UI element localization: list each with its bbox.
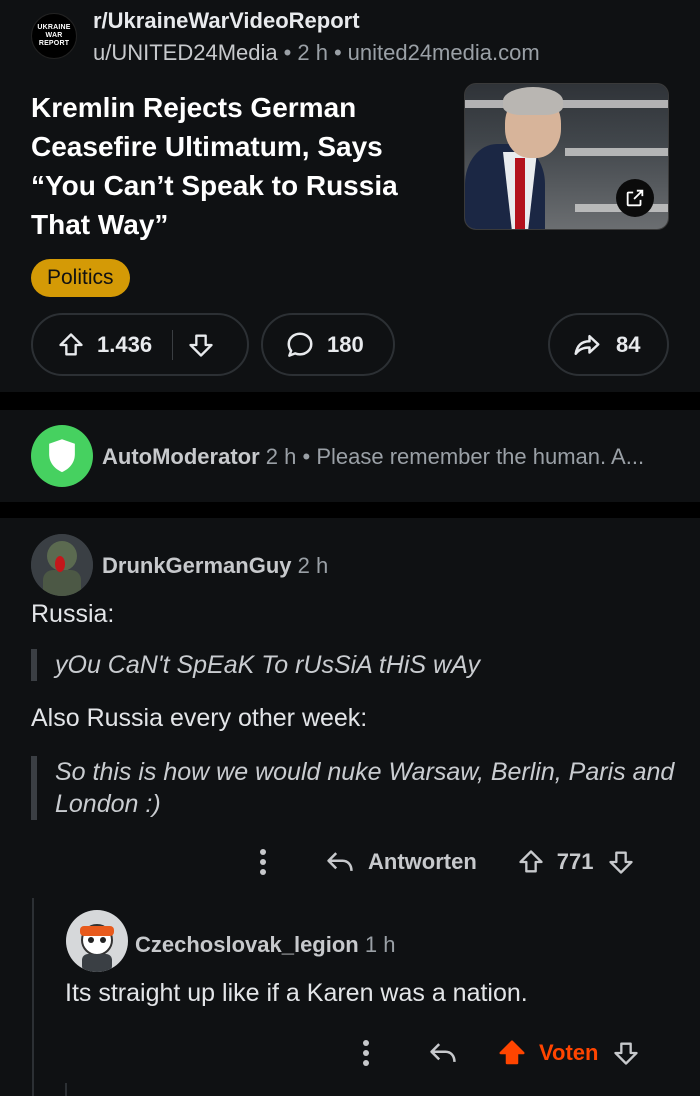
- comment-age: 1 h: [364, 932, 396, 957]
- upvote-icon: [519, 850, 543, 873]
- more-icon: [363, 1040, 369, 1066]
- meta-dot: •: [333, 40, 342, 65]
- user-avatar-image: [66, 910, 128, 972]
- automod-preview: Please remember the human. A...: [316, 444, 645, 469]
- subreddit-avatar-line2: WAR REPORT: [38, 32, 70, 47]
- post-title[interactable]: Kremlin Rejects German Ceasefire Ultimat…: [31, 88, 451, 244]
- comment-avatar[interactable]: [66, 910, 128, 972]
- thread-line[interactable]: [32, 898, 34, 1096]
- comment-downvote-button[interactable]: [612, 1039, 640, 1067]
- upvote-icon: [59, 332, 83, 355]
- post-domain[interactable]: united24media.com: [348, 40, 540, 65]
- vote-label: Voten: [539, 1040, 599, 1065]
- reply-button[interactable]: [427, 1039, 459, 1067]
- comment-text: Also Russia every other week:: [31, 704, 368, 732]
- upvote-button[interactable]: [57, 331, 85, 359]
- comment-header: DrunkGermanGuy 2 h: [102, 553, 328, 579]
- comment-age: 2 h: [297, 553, 329, 578]
- comment-text: Its straight up like if a Karen was a na…: [65, 979, 528, 1007]
- thumbnail-background: [465, 100, 668, 108]
- comment-count: 180: [327, 331, 364, 357]
- external-link-icon: [626, 189, 644, 207]
- post-flair[interactable]: Politics: [31, 259, 130, 297]
- meta-dot: •: [302, 444, 311, 469]
- post-age: 2 h: [297, 40, 328, 65]
- comment-icon: [287, 332, 313, 357]
- thumbnail-figure: [515, 158, 525, 229]
- more-button[interactable]: [250, 848, 276, 876]
- downvote-icon: [614, 1042, 639, 1065]
- upvote-icon: [499, 1040, 525, 1065]
- downvote-icon: [189, 334, 213, 357]
- comment-thread: DrunkGermanGuy 2 h Russia: yOu CaN't SpE…: [0, 518, 700, 1096]
- automod-header: AutoModerator 2 h • Please remember the …: [102, 444, 644, 470]
- post-thumbnail[interactable]: [464, 83, 669, 230]
- comment-quote: yOu CaN't SpEaK To rUsSiA tHiS wAy: [31, 649, 671, 681]
- user-avatar-image: [31, 534, 93, 596]
- share-icon: [574, 334, 600, 355]
- comment-author[interactable]: Czechoslovak_legion: [135, 932, 359, 957]
- share-button[interactable]: 84: [548, 313, 669, 376]
- more-button[interactable]: [353, 1039, 379, 1067]
- comment-upvote-button[interactable]: [497, 1038, 527, 1068]
- external-link-button[interactable]: [616, 179, 654, 217]
- post-card[interactable]: UKRAINE WAR REPORT r/UkraineWarVideoRepo…: [0, 0, 700, 392]
- comment-quote: So this is how we would nuke Warsaw, Ber…: [31, 756, 676, 820]
- page: UKRAINE WAR REPORT r/UkraineWarVideoRepo…: [0, 0, 700, 1096]
- thread-line[interactable]: [65, 1083, 67, 1096]
- vote-divider: [172, 329, 174, 360]
- comment-actions: Voten: [353, 1038, 640, 1068]
- automod-age: 2 h: [265, 444, 297, 469]
- comment-text: Russia:: [31, 600, 115, 628]
- post-meta: u/UNITED24Media • 2 h • united24media.com: [93, 40, 540, 66]
- reply-icon: [430, 1043, 456, 1062]
- shield-icon: [49, 439, 75, 473]
- comment-avatar[interactable]: [31, 534, 93, 596]
- section-divider: [0, 502, 700, 518]
- comment-author[interactable]: DrunkGermanGuy: [102, 553, 292, 578]
- comments-button[interactable]: 180: [261, 313, 395, 376]
- meta-dot: •: [283, 40, 292, 65]
- automod-comment[interactable]: AutoModerator 2 h • Please remember the …: [0, 410, 700, 502]
- automod-avatar[interactable]: [31, 425, 93, 487]
- comment-score: 771: [556, 849, 594, 874]
- automod-name[interactable]: AutoModerator: [102, 444, 260, 469]
- subreddit-name[interactable]: r/UkraineWarVideoReport: [93, 8, 360, 34]
- comment-downvote-button[interactable]: [607, 848, 635, 876]
- more-icon: [260, 849, 266, 875]
- comment-actions: Antworten 771: [250, 848, 635, 876]
- section-divider: [0, 392, 700, 410]
- share-count: 84: [616, 331, 641, 357]
- post-author[interactable]: u/UNITED24Media: [93, 40, 278, 65]
- downvote-icon: [609, 851, 634, 874]
- vote-count: 1.436: [97, 331, 153, 357]
- vote-pill: 1.436: [31, 313, 249, 376]
- reply-button[interactable]: Antworten: [324, 848, 477, 876]
- subreddit-avatar[interactable]: UKRAINE WAR REPORT: [31, 13, 77, 59]
- thumbnail-figure: [503, 87, 563, 115]
- subreddit-avatar-line1: UKRAINE: [37, 24, 71, 31]
- thumbnail-background: [565, 148, 668, 156]
- downvote-button[interactable]: [187, 331, 215, 359]
- comment-header: Czechoslovak_legion 1 h: [135, 932, 395, 958]
- comment-upvote-button[interactable]: [517, 848, 545, 876]
- reply-icon: [327, 852, 353, 871]
- reply-label: Antworten: [368, 849, 477, 874]
